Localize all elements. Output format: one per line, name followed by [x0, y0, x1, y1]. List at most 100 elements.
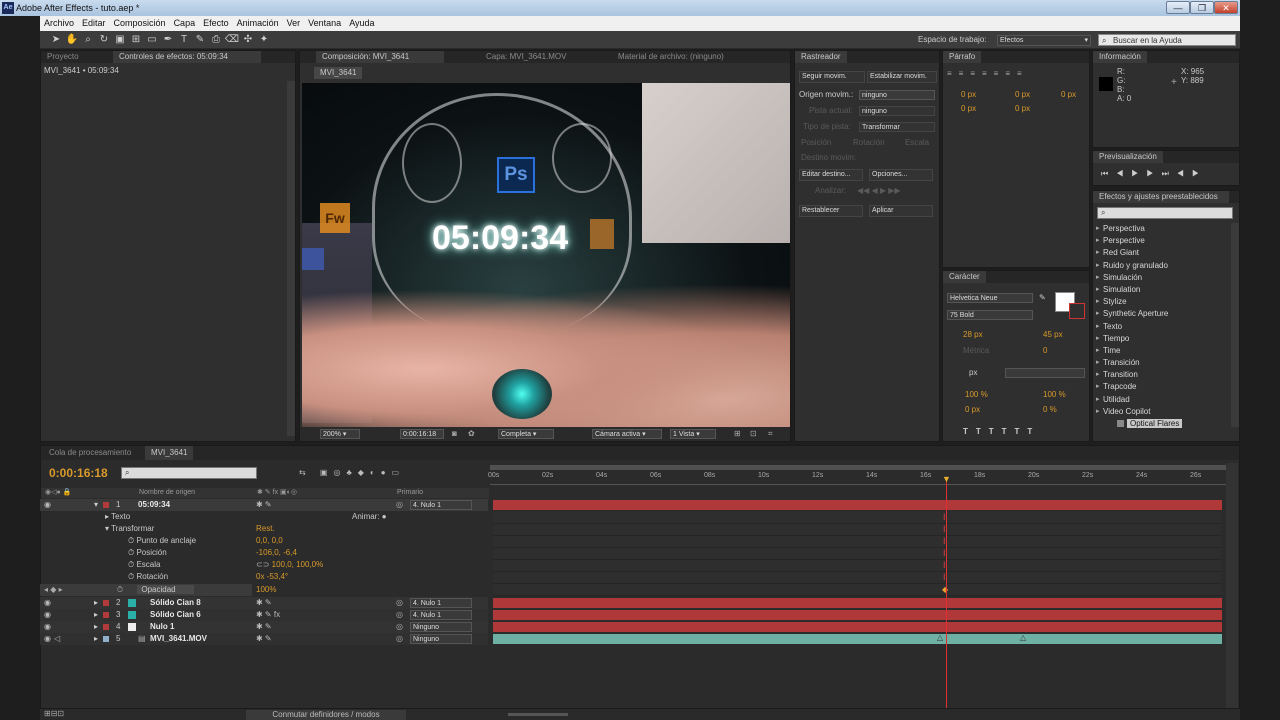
views-select[interactable]: 1 Vista ▾ [670, 429, 716, 439]
layer-switch-icons[interactable]: ✱ ✎ [256, 633, 272, 645]
scale-value[interactable]: ⊂⊃ 100,0, 100,0% [256, 559, 323, 571]
pickwhip-icon[interactable]: ◎ [396, 633, 403, 645]
clone-stamp-tool-icon[interactable]: ⎙ [208, 32, 224, 48]
current-time-field[interactable]: 0:00:16:18 [400, 429, 444, 439]
roto-brush-tool-icon[interactable]: ✣ [240, 32, 256, 48]
menu-ver[interactable]: Ver [283, 16, 305, 31]
eraser-tool-icon[interactable]: ⌫ [224, 32, 240, 48]
brush-tool-icon[interactable]: ✎ [192, 32, 208, 48]
indent-first-value[interactable]: 0 px [1061, 89, 1076, 101]
analyze-controls-icon[interactable]: ◀◀ ◀ ▶ ▶▶ [857, 185, 901, 197]
layer-label-color[interactable] [103, 502, 109, 508]
current-time-indicator-icon[interactable]: ▼ [942, 474, 951, 484]
layer-name[interactable]: 05:09:34 [138, 499, 170, 511]
effect-category[interactable]: Transición [1095, 357, 1229, 369]
menu-archivo[interactable]: Archivo [40, 16, 78, 31]
pickwhip-icon[interactable]: ◎ [396, 621, 403, 633]
alignment-icons[interactable]: ≡≡≡≡≡≡≡ [947, 69, 1029, 78]
layer-name[interactable]: Sólido Cian 8 [150, 597, 201, 609]
anchor-point-property[interactable]: ⏱ Punto de anclaje [128, 535, 196, 547]
position-value[interactable]: -106,0, -6,4 [256, 547, 297, 559]
text-style-buttons-icon[interactable]: TTTTTT [963, 427, 1040, 436]
pickwhip-icon[interactable]: ◎ [396, 609, 403, 621]
pen-tool-icon[interactable]: ✒ [160, 32, 176, 48]
layer-label-color[interactable] [103, 600, 109, 606]
motion-source-select[interactable]: ninguno [859, 90, 935, 100]
menu-animacion[interactable]: Animación [233, 16, 283, 31]
effect-category[interactable]: Video Copilot [1095, 406, 1229, 418]
rectangle-tool-icon[interactable]: ▭ [144, 32, 160, 48]
expand-arrow-icon[interactable]: ▾ [94, 499, 98, 511]
layer-row[interactable]: ◉ ▾ 1 05:09:34 ✱ ✎ ◎ 4. Nulo 1 [40, 499, 488, 511]
timeline-current-time[interactable]: 0:00:16:18 [49, 466, 108, 480]
current-track-select[interactable]: ninguno [859, 106, 935, 116]
effect-category[interactable]: Synthetic Aperture [1095, 308, 1229, 320]
zoom-tool-icon[interactable]: ⌕ [80, 32, 96, 48]
tracking-value[interactable]: 0 [1043, 345, 1047, 357]
edit-target-button[interactable]: Editar destino... [799, 169, 863, 181]
layer-duration-bar[interactable] [493, 500, 1222, 510]
layer-duration-bar[interactable] [493, 634, 1222, 644]
apply-button[interactable]: Aplicar [869, 205, 933, 217]
tab-render-queue[interactable]: Cola de procesamiento [43, 446, 137, 460]
stopwatch-icon[interactable]: ⏱ [117, 585, 123, 594]
indent-left-value[interactable]: 0 px [961, 89, 976, 101]
eyedropper-icon[interactable]: ✎ [1039, 293, 1046, 302]
stabilize-motion-button[interactable]: Estabilizar movim. [867, 71, 937, 83]
parent-select[interactable]: 4. Nulo 1 [410, 500, 472, 510]
layer-label-color[interactable] [103, 612, 109, 618]
layer-row[interactable]: ◉ ▸ 2 Sólido Cian 8 ✱ ✎ ◎ 4. Nulo 1 [40, 597, 488, 609]
expand-arrow-icon[interactable]: ▸ [94, 621, 98, 633]
stroke-type-select[interactable] [1005, 368, 1085, 378]
composition-viewer[interactable]: Ps Fw 05:09:34 [302, 83, 790, 427]
layer-switch-icons[interactable]: ✱ ✎ [256, 621, 272, 633]
expand-arrow-icon[interactable]: ▸ [94, 633, 98, 645]
menu-ventana[interactable]: Ventana [304, 16, 345, 31]
zoom-select[interactable]: 200% ▾ [320, 429, 360, 439]
pickwhip-icon[interactable]: ◎ [396, 499, 403, 511]
link-icon[interactable]: ⊂⊃ [256, 560, 269, 569]
tab-project[interactable]: Proyecto [41, 51, 85, 63]
menu-efecto[interactable]: Efecto [199, 16, 233, 31]
tab-info[interactable]: Información [1093, 51, 1147, 63]
effect-category[interactable]: Time [1095, 345, 1229, 357]
parent-select[interactable]: Ninguno [410, 634, 472, 644]
camera-select[interactable]: Cámara activa ▾ [592, 429, 662, 439]
opacity-property-row[interactable]: ◂ ◆ ▸ ⏱ Opacidad [40, 584, 252, 596]
eye-icon[interactable]: ◉ [44, 621, 51, 633]
tab-character[interactable]: Carácter [943, 271, 986, 283]
timeline-scrollbar[interactable] [1226, 463, 1238, 711]
eye-icon[interactable]: ◉ [44, 499, 51, 511]
comp-subtab[interactable]: MVI_3641 [314, 67, 363, 79]
resolution-select[interactable]: Completa ▾ [498, 429, 554, 439]
footer-icons[interactable]: ⊞⊟⊡ [44, 709, 64, 718]
eye-icon[interactable]: ◉ [44, 609, 51, 621]
space-before-value[interactable]: 0 px [961, 103, 976, 115]
tsume-value[interactable]: 0 % [1043, 404, 1057, 416]
font-style-select[interactable]: 75 Bold [947, 310, 1033, 320]
grid-icon[interactable]: ⊞ [734, 429, 741, 438]
parent-select[interactable]: 4. Nulo 1 [410, 598, 472, 608]
baseline-shift-value[interactable]: 0 px [965, 404, 980, 416]
audio-icon[interactable]: ◁ [54, 633, 60, 645]
effect-category[interactable]: Red Giant [1095, 247, 1229, 259]
stroke-width-value[interactable]: px [969, 367, 977, 379]
rotate-tool-icon[interactable]: ↻ [96, 32, 112, 48]
camera-tool-icon[interactable]: ▣ [112, 32, 128, 48]
layer-row[interactable]: ◉ ▸ 4 Nulo 1 ✱ ✎ ◎ Ninguno [40, 621, 488, 633]
opacity-value[interactable]: 100% [256, 584, 276, 596]
transform-reset-link[interactable]: Rest. [256, 523, 275, 535]
effect-category[interactable]: Transition [1095, 369, 1229, 381]
vertical-scale-value[interactable]: 100 % [965, 389, 988, 401]
layer-duration-bar[interactable] [493, 622, 1222, 632]
effects-search-input[interactable]: ⌕ [1097, 207, 1233, 219]
rotation-value[interactable]: 0x -53,4° [256, 571, 288, 583]
zoom-slider[interactable] [508, 713, 568, 716]
rotation-property[interactable]: ⏱ Rotación [128, 571, 168, 583]
font-family-select[interactable]: Helvetica Neue [947, 293, 1033, 303]
timeline-search-input[interactable]: ⌕ [121, 467, 257, 479]
track-type-select[interactable]: Transformar [859, 122, 935, 132]
pickwhip-icon[interactable]: ◎ [396, 597, 403, 609]
text-property-group[interactable]: ▸ Texto [105, 511, 130, 523]
horizontal-scale-value[interactable]: 100 % [1043, 389, 1066, 401]
